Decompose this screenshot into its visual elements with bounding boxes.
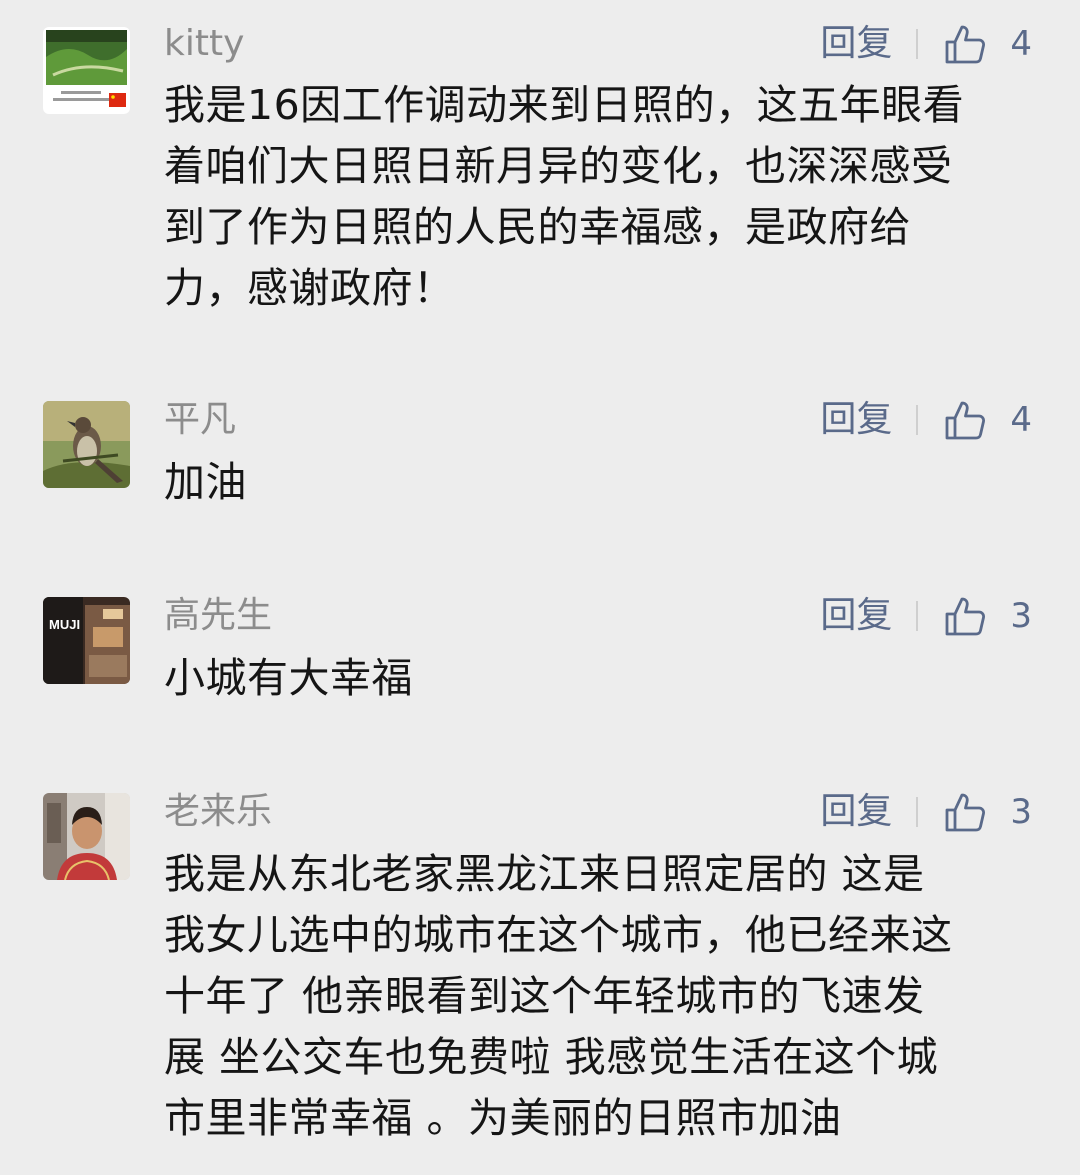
avatar-image (43, 793, 130, 880)
like-count: 4 (1010, 24, 1032, 64)
like-button[interactable]: 4 (944, 22, 1032, 66)
comment-text-line: 力，感谢政府！ (164, 264, 455, 312)
thumbs-up-icon (945, 401, 986, 440)
like-button[interactable]: 3 (944, 594, 1032, 638)
comment-text: 加油 (164, 452, 1034, 513)
reply-button[interactable]: 回复 (820, 790, 892, 834)
like-count: 4 (1010, 400, 1032, 440)
like-button[interactable]: 4 (944, 398, 1032, 442)
comment-actions: 回复 4 (820, 398, 1032, 442)
comment-actions: 回复 3 (820, 594, 1032, 638)
comment-text-line: 展 坐公交车也免费啦 我感觉生活在这个城 (164, 1033, 939, 1081)
thumbs-up-icon (945, 793, 986, 832)
avatar[interactable] (43, 401, 130, 488)
avatar-logo-text: MUJI (49, 617, 81, 632)
comment-text-line: 到了作为日照的人民的幸福感，是政府给 (164, 203, 911, 251)
avatar[interactable] (43, 27, 130, 114)
comment-text: 我是16因工作调动来到日照的，这五年眼看 着咱们大日照日新月异的变化，也深深感受… (164, 75, 1034, 319)
comment-text-line: 十年了 他亲眼看到这个年轻城市的飞速发 (164, 972, 925, 1020)
avatar[interactable] (43, 793, 130, 880)
avatar-image (43, 597, 130, 684)
comment-text-line: 我是16因工作调动来到日照的，这五年眼看 (164, 81, 965, 129)
avatar[interactable]: MUJI (43, 597, 130, 684)
divider (916, 29, 919, 59)
reply-button[interactable]: 回复 (820, 594, 892, 638)
comment-actions: 回复 4 (820, 22, 1032, 66)
like-count: 3 (1010, 596, 1032, 636)
comment-text: 小城有大幸福 (164, 648, 1034, 709)
reply-button[interactable]: 回复 (820, 22, 892, 66)
comment-text-line: 小城有大幸福 (164, 654, 413, 702)
username[interactable]: 高先生 (164, 594, 272, 638)
avatar-image (43, 27, 130, 114)
like-button[interactable]: 3 (944, 790, 1032, 834)
comment-text-line: 市里非常幸福 。为美丽的日照市加油 (164, 1094, 842, 1142)
divider (916, 405, 919, 435)
divider (916, 601, 919, 631)
avatar-image (43, 401, 130, 488)
divider (916, 797, 919, 827)
comment-text-line: 我女儿选中的城市在这个城市，他已经来这 (164, 911, 953, 959)
thumbs-up-icon (945, 25, 986, 64)
thumbs-up-icon (945, 597, 986, 636)
comment-text-line: 着咱们大日照日新月异的变化，也深深感受 (164, 142, 953, 190)
comment-text-line: 加油 (164, 458, 247, 506)
comment-actions: 回复 3 (820, 790, 1032, 834)
username[interactable]: kitty (164, 22, 244, 66)
like-count: 3 (1010, 792, 1032, 832)
comment-text: 我是从东北老家黑龙江来日照定居的 这是 我女儿选中的城市在这个城市，他已经来这 … (164, 844, 1034, 1149)
reply-button[interactable]: 回复 (820, 398, 892, 442)
username[interactable]: 老来乐 (164, 790, 272, 834)
username[interactable]: 平凡 (164, 398, 236, 442)
comment-text-line: 我是从东北老家黑龙江来日照定居的 这是 (164, 850, 925, 898)
